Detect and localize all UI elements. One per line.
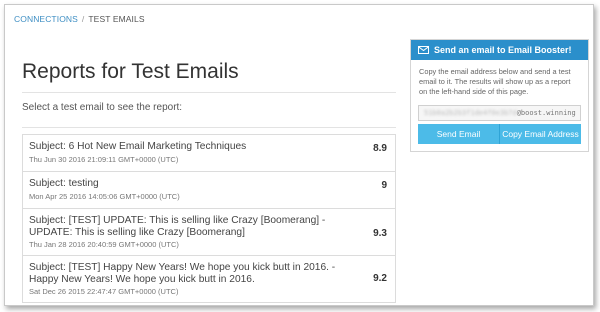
panel-button-row: Send Email Copy Email Address (418, 124, 581, 144)
panel-header: Send an email to Email Booster! (411, 40, 588, 60)
report-item[interactable]: Subject: [TEST] Happy New Years! We hope… (23, 256, 395, 303)
envelope-icon (418, 46, 429, 54)
report-item[interactable]: Subject: [TEST] UPDATE: This is selling … (23, 209, 395, 256)
report-score: 8.9 (373, 143, 387, 154)
breadcrumb-separator: / (81, 14, 85, 24)
email-booster-panel: Send an email to Email Booster! Copy the… (410, 39, 589, 152)
report-subject: Subject: testing (29, 178, 99, 189)
report-date: Sat Dec 26 2015 22:47:47 GMT+0000 (UTC) (29, 287, 179, 296)
breadcrumb-connections-link[interactable]: CONNECTIONS (14, 14, 78, 24)
email-redacted-part: 51b0a2b2b3f1de4f0e3b7d (424, 109, 517, 117)
panel-title: Send an email to Email Booster! (434, 45, 572, 55)
report-date: Thu Jun 30 2016 21:09:11 GMT+0000 (UTC) (29, 154, 179, 164)
panel-instructions: Copy the email address below and send a … (419, 67, 571, 96)
page-subtitle: Select a test email to see the report: (22, 102, 396, 128)
main-content: Reports for Test Emails Select a test em… (22, 57, 396, 128)
report-item[interactable]: Subject: testing Mon Apr 25 2016 14:05:0… (23, 172, 395, 209)
report-date: Mon Apr 25 2016 14:05:06 GMT+0000 (UTC) (29, 191, 180, 201)
email-domain: @boost.winning (516, 109, 576, 117)
send-email-button[interactable]: Send Email (418, 124, 499, 144)
report-subject: Subject: [TEST] Happy New Years! We hope… (29, 262, 336, 285)
page-title: Reports for Test Emails (22, 57, 396, 93)
report-score: 9.2 (373, 273, 387, 284)
breadcrumb-current: TEST EMAILS (88, 14, 145, 24)
breadcrumb: CONNECTIONS / TEST EMAILS (14, 14, 145, 24)
report-score: 9 (381, 180, 387, 191)
booster-email-field[interactable]: 51b0a2b2b3f1de4f0e3b7d@boost.winning (418, 105, 581, 121)
report-list: Subject: 6 Hot New Email Marketing Techn… (22, 134, 396, 303)
app-window: CONNECTIONS / TEST EMAILS Reports for Te… (4, 4, 594, 306)
report-score: 9.3 (373, 228, 387, 239)
report-subject: Subject: 6 Hot New Email Marketing Techn… (29, 141, 247, 152)
report-subject: Subject: [TEST] UPDATE: This is selling … (29, 215, 326, 238)
copy-email-address-button[interactable]: Copy Email Address (499, 124, 581, 144)
report-item[interactable]: Subject: 6 Hot New Email Marketing Techn… (23, 135, 395, 172)
report-date: Thu Jan 28 2016 20:40:59 GMT+0000 (UTC) (29, 240, 179, 249)
